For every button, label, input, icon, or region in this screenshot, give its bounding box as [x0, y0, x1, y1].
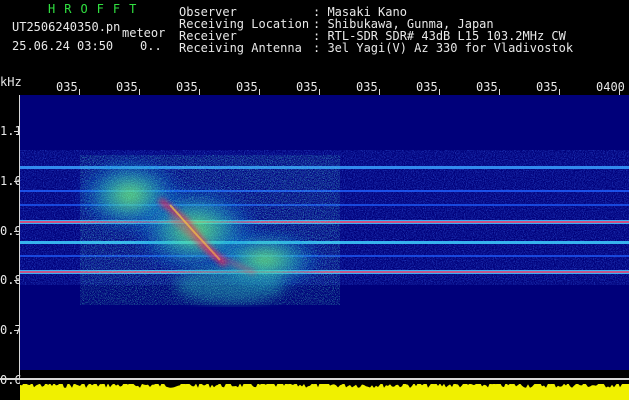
- amplitude-band: [20, 384, 629, 400]
- spectrogram: [20, 95, 629, 370]
- time-tick-label: 035: [56, 80, 78, 94]
- time-tick-label: 035: [416, 80, 438, 94]
- time-tick-label: 035: [176, 80, 198, 94]
- program-title: HROFFT: [48, 2, 146, 16]
- meteor-echo: [75, 155, 340, 305]
- amplitude-plot: [20, 380, 629, 400]
- counter: 0..: [140, 39, 162, 53]
- time-tick-label: 035: [476, 80, 498, 94]
- info-label-antenna: Receiving Antenna: [179, 41, 302, 55]
- info-value-antenna: : 3el Yagi(V) Az 330 for Vladivostok: [313, 41, 574, 55]
- time-tick-label: 035: [116, 80, 138, 94]
- y-axis-line: [19, 95, 20, 380]
- spectrogram-plot: [20, 95, 629, 370]
- filename: UT2506240350.pn: [12, 20, 121, 34]
- time-tick-label: 035: [536, 80, 558, 94]
- amplitude-trace: [20, 380, 629, 400]
- time-tick-label: 035: [356, 80, 378, 94]
- time-tick-label: 035: [296, 80, 318, 94]
- event-label: meteor: [122, 26, 166, 40]
- time-tick-label: 035: [236, 80, 258, 94]
- time-tick-label: 0400: [596, 80, 625, 94]
- datetime: 25.06.24 03:50: [12, 39, 114, 53]
- y-axis-unit: kHz: [0, 75, 22, 89]
